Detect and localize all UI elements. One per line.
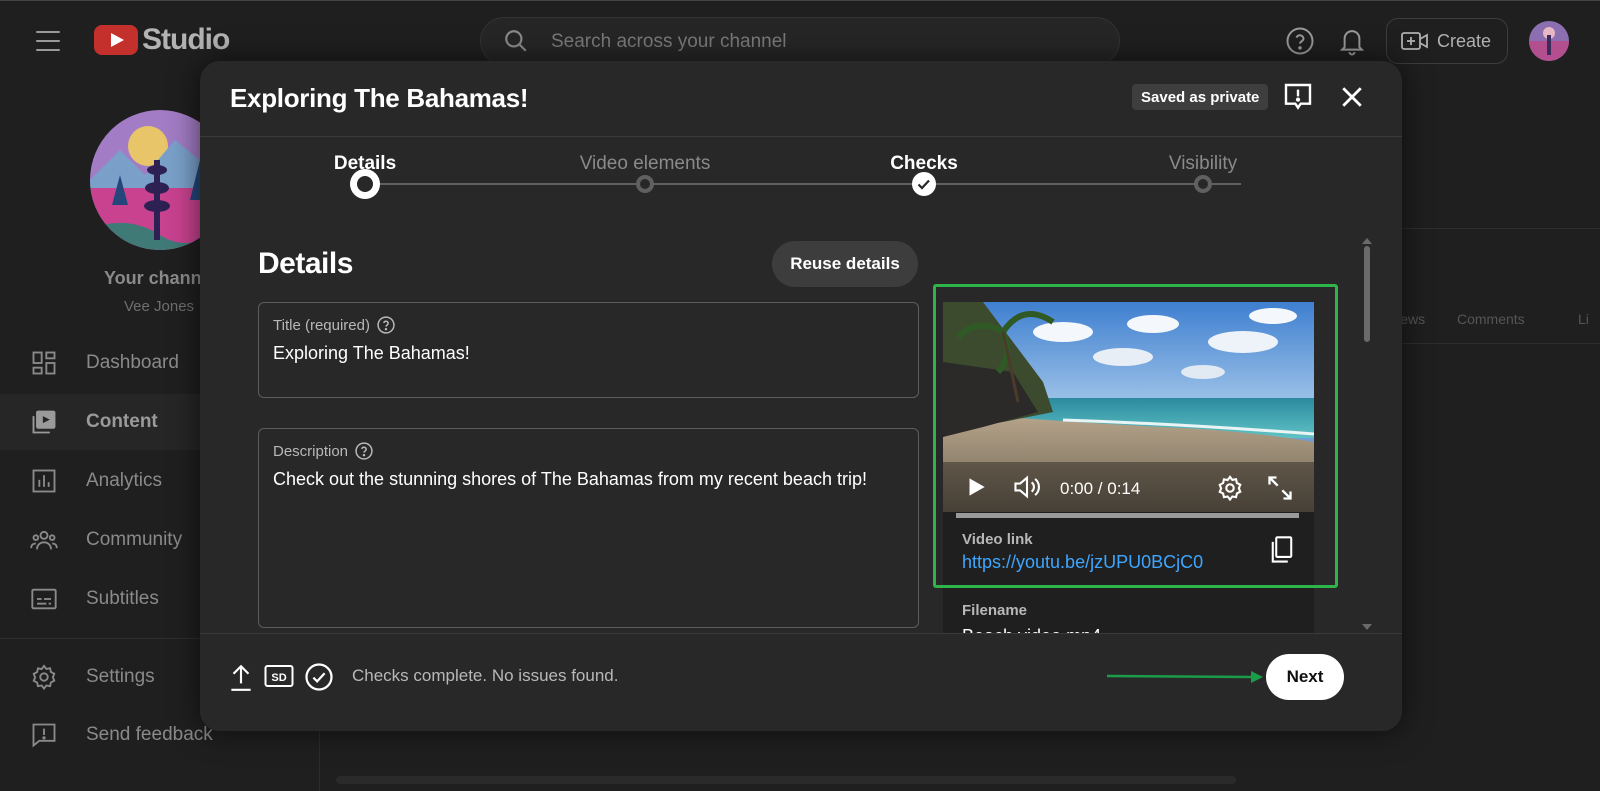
step-current-indicator-icon[interactable] [350, 169, 380, 199]
help-icon[interactable] [1285, 26, 1315, 56]
studio-logo[interactable]: Studio [94, 23, 230, 57]
sidebar-item-label: Settings [86, 666, 155, 687]
sidebar-item-label: Community [86, 529, 183, 550]
dialog-title: Exploring The Bahamas! [230, 83, 529, 113]
dialog-header: Exploring The Bahamas! Saved as private [200, 61, 1402, 137]
youtube-logo-icon [94, 25, 138, 55]
content-icon [32, 410, 56, 434]
create-button[interactable]: Create [1386, 18, 1508, 64]
table-divider [1375, 228, 1600, 229]
analytics-icon [32, 469, 56, 493]
step-label: Checks [890, 153, 958, 174]
stepper-line [373, 183, 1241, 185]
column-header-likes[interactable]: Li [1578, 311, 1589, 327]
vertical-scrollbar-thumb[interactable] [1364, 246, 1370, 342]
step-label: Visibility [1168, 153, 1238, 174]
hamburger-menu-button[interactable] [36, 31, 60, 51]
sidebar-item-label: Dashboard [86, 352, 179, 373]
filename-label: Filename [962, 602, 1028, 619]
community-icon [30, 530, 58, 550]
dialog-footer: SD Checks complete. No issues found. Nex… [200, 633, 1402, 731]
column-header-comments[interactable]: Comments [1457, 311, 1525, 327]
step-complete-check-icon[interactable] [912, 172, 936, 196]
saved-status-badge: Saved as private [1132, 84, 1269, 110]
upload-icon [231, 664, 251, 691]
description-input[interactable]: Check out the stunning shores of The Bah… [273, 467, 904, 491]
reuse-details-button[interactable]: Reuse details [772, 241, 918, 287]
description-field-label: Description [273, 441, 374, 461]
account-avatar[interactable] [1529, 21, 1569, 61]
search-bar[interactable] [480, 17, 1120, 65]
search-icon [505, 30, 527, 52]
create-label: Create [1437, 30, 1492, 51]
bell-icon[interactable] [1337, 25, 1367, 57]
channel-handle: Vee Jones [124, 298, 195, 315]
step-pending-indicator-icon[interactable] [1194, 175, 1212, 193]
scroll-up-arrow-icon[interactable] [1362, 238, 1372, 244]
horizontal-scrollbar[interactable] [336, 776, 1236, 784]
svg-text:SD: SD [271, 672, 286, 684]
scroll-down-arrow-icon[interactable] [1362, 624, 1372, 630]
feedback-icon [32, 723, 56, 748]
sd-quality-icon: SD [264, 665, 294, 687]
sidebar-item-label: Analytics [86, 470, 163, 491]
annotation-arrow-icon [1106, 671, 1263, 683]
title-field-label: Title (required) [273, 315, 396, 335]
channel-name: Your chann [104, 268, 202, 288]
description-field[interactable]: Description Check out the stunning shore… [258, 428, 919, 628]
step-pending-indicator-icon[interactable] [636, 175, 654, 193]
feedback-alert-icon[interactable] [1282, 81, 1314, 113]
highlight-box [933, 284, 1338, 588]
section-heading: Details [258, 247, 353, 280]
sidebar-item-label: Send feedback [86, 724, 213, 745]
video-camera-plus-icon [1401, 32, 1428, 50]
search-input[interactable] [551, 30, 1071, 54]
next-button[interactable]: Next [1266, 654, 1344, 700]
step-label: Video elements [579, 153, 711, 174]
title-input[interactable]: Exploring The Bahamas! [273, 341, 904, 365]
sidebar-item-label: Content [86, 411, 158, 432]
table-divider [1375, 343, 1600, 344]
close-icon[interactable] [1337, 82, 1367, 112]
video-details-dialog: Exploring The Bahamas! Saved as private … [200, 61, 1402, 731]
sidebar-item-label: Subtitles [86, 588, 159, 609]
step-visibility[interactable]: Visibility [1169, 153, 1237, 175]
gear-icon [32, 664, 56, 691]
title-field[interactable]: Title (required) Exploring The Bahamas! [258, 302, 919, 398]
step-video-elements[interactable]: Video elements [580, 153, 711, 175]
dashboard-icon [32, 351, 56, 375]
help-icon[interactable] [376, 315, 396, 335]
checks-complete-icon [305, 663, 333, 691]
checks-status-text: Checks complete. No issues found. [352, 666, 619, 685]
help-icon[interactable] [354, 441, 374, 461]
subtitles-icon [31, 588, 57, 610]
logo-text: Studio [142, 23, 230, 56]
